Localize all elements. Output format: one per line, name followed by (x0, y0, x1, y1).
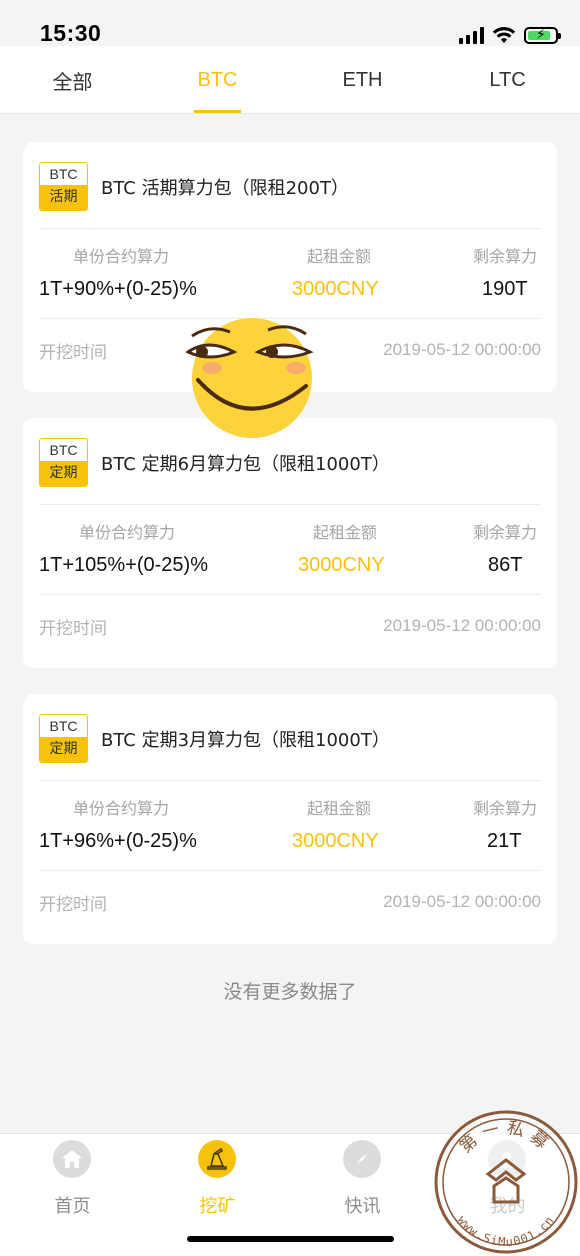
product-title: BTC 定期6月算力包（限租1000T） (101, 454, 390, 475)
start-time-label: 开挖时间 (39, 343, 107, 363)
signal-icon (459, 26, 484, 44)
product-badge: BTC 定期 (39, 714, 88, 763)
product-card[interactable]: BTC 定期 BTC 定期3月算力包（限租1000T） 单份合约算力 起租金额 … (23, 694, 557, 944)
badge-term: 活期 (40, 185, 87, 210)
mining-icon (198, 1140, 236, 1178)
start-time-value: 2019-05-12 00:00:00 (383, 340, 541, 359)
tab-eth[interactable]: ETH (290, 46, 435, 114)
product-badge: BTC 定期 (39, 438, 88, 487)
min-rent-label: 起租金额 (313, 523, 378, 542)
remaining-value: 21T (487, 830, 522, 852)
badge-term: 定期 (40, 737, 87, 762)
smirk-emoji-icon (186, 318, 314, 438)
min-rent-value: 3000CNY (298, 554, 385, 576)
home-icon (53, 1140, 91, 1178)
min-rent-value: 3000CNY (292, 278, 379, 300)
divider (39, 504, 541, 505)
product-card[interactable]: BTC 定期 BTC 定期6月算力包（限租1000T） 单份合约算力 起租金额 … (23, 418, 557, 668)
nav-mining[interactable]: 挖矿 (145, 1140, 290, 1230)
unit-power-label: 单份合约算力 (79, 523, 176, 542)
battery-icon: ⚡ (524, 26, 561, 44)
product-title: BTC 活期算力包（限租200T） (101, 178, 349, 199)
divider (39, 228, 541, 229)
tab-all[interactable]: 全部 (0, 46, 145, 114)
divider (39, 870, 541, 871)
nav-news-label: 快讯 (344, 1196, 381, 1217)
unit-power-value: 1T+96%+(0-25)% (39, 830, 197, 852)
badge-coin: BTC (49, 718, 78, 734)
tab-btc[interactable]: BTC (145, 46, 290, 114)
unit-power-value: 1T+90%+(0-25)% (39, 278, 197, 300)
remaining-label: 剩余算力 (473, 247, 538, 266)
product-title: BTC 定期3月算力包（限租1000T） (101, 730, 390, 751)
nav-news[interactable]: 快讯 (290, 1140, 435, 1230)
status-time: 15:30 (40, 20, 102, 46)
start-time-label: 开挖时间 (39, 895, 107, 915)
compass-icon (343, 1140, 381, 1178)
watermark-stamp: 第一私募 www.SiMu001.cn (434, 1110, 578, 1254)
nav-home[interactable]: 首页 (0, 1140, 145, 1230)
no-more-data-text: 没有更多数据了 (223, 981, 357, 1003)
min-rent-label: 起租金额 (307, 247, 372, 266)
wifi-icon (492, 27, 516, 43)
unit-power-label: 单份合约算力 (73, 247, 170, 266)
remaining-value: 190T (482, 278, 528, 300)
nav-home-label: 首页 (54, 1196, 91, 1217)
tab-active-indicator (194, 110, 241, 113)
product-badge: BTC 活期 (39, 162, 88, 211)
start-time-label: 开挖时间 (39, 619, 107, 639)
unit-power-label: 单份合约算力 (73, 799, 170, 818)
divider (39, 594, 541, 595)
coin-tabs: 全部 BTC ETH LTC (0, 46, 580, 114)
min-rent-label: 起租金额 (307, 799, 372, 818)
badge-term: 定期 (40, 461, 87, 486)
unit-power-value: 1T+105%+(0-25)% (39, 554, 208, 576)
nav-mining-label: 挖矿 (199, 1196, 236, 1217)
remaining-value: 86T (488, 554, 523, 576)
badge-coin: BTC (49, 166, 78, 182)
remaining-label: 剩余算力 (473, 523, 538, 542)
status-bar: 15:30 ⚡ (0, 0, 580, 46)
status-icons: ⚡ (459, 24, 561, 46)
badge-coin: BTC (49, 442, 78, 458)
tab-ltc[interactable]: LTC (435, 46, 580, 114)
divider (39, 780, 541, 781)
start-time-value: 2019-05-12 00:00:00 (383, 892, 541, 911)
home-indicator (187, 1236, 394, 1242)
start-time-value: 2019-05-12 00:00:00 (383, 616, 541, 635)
remaining-label: 剩余算力 (473, 799, 538, 818)
min-rent-value: 3000CNY (292, 830, 379, 852)
